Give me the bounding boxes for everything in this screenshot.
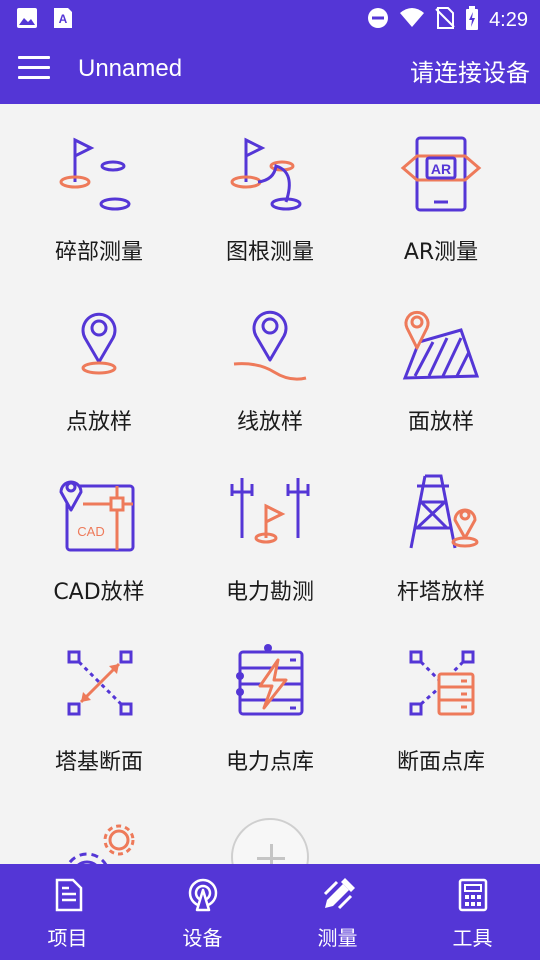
nav-label: 项目 [47,926,88,950]
grid-item-label: 线放样 [236,410,303,435]
grid-item-section-database[interactable]: 断面点库 [356,614,526,784]
grid-item-power-survey[interactable]: 电力勘测 [185,444,355,614]
tower-base-section-icon [67,650,133,716]
grid-item-label: CAD放样 [53,580,145,605]
app-bar: Unnamed 请连接设备 [0,36,540,104]
tower-pin-icon [409,474,479,549]
grid-item-label: 电力点库 [225,750,314,775]
hamburger-menu-icon[interactable] [18,56,50,84]
connect-device-button[interactable]: 请连接设备 [410,53,530,88]
image-icon [16,7,38,33]
grid-item-label: 断面点库 [396,750,485,775]
nav-item-survey[interactable]: 测量 [270,864,405,960]
grid-item-power-database[interactable]: 电力点库 [185,614,355,784]
text-a-icon: A [52,7,74,33]
nav-label: 设备 [182,926,223,950]
grid-item-label: 图根测量 [225,240,314,265]
svg-text:A: A [59,12,68,26]
nav-item-project[interactable]: 项目 [0,864,135,960]
grid-item-tower-stakeout[interactable]: 杆塔放样 [356,444,526,614]
grid-item-detail-survey[interactable]: 碎部测量 [14,104,184,274]
grid-item-control-survey[interactable]: 图根测量 [185,104,355,274]
survey-pen-icon [323,878,355,910]
do-not-disturb-icon [367,7,389,33]
grid-item-point-stakeout[interactable]: 点放样 [14,274,184,444]
bottom-navigation: 项目 设备 测量 工具 [0,864,540,960]
svg-text:AR: AR [431,161,451,177]
battery-charging-icon [465,6,479,34]
power-database-icon [236,644,304,716]
grid-item-label: 塔基断面 [54,750,143,775]
grid-item-tower-base-section[interactable]: 塔基断面 [14,614,184,784]
power-pole-flag-icon [230,478,310,544]
nav-item-device[interactable]: 设备 [135,864,270,960]
cad-map-icon: CAD [59,480,135,552]
settings-gears-icon [66,824,135,864]
wifi-icon [399,7,425,33]
grid-item-settings[interactable] [14,784,184,864]
grid-item-label: AR测量 [403,240,479,265]
antenna-icon [188,878,217,912]
grid-item-label: 碎部测量 [54,240,143,265]
document-icon [55,878,82,912]
status-time: 4:29 [489,8,528,31]
nav-label: 测量 [317,926,358,950]
area-pin-icon [402,310,480,380]
nav-item-tools[interactable]: 工具 [405,864,540,960]
grid-item-ar-survey[interactable]: AR AR测量 [356,104,526,274]
svg-text:CAD: CAD [77,524,104,539]
nav-label: 工具 [452,926,493,950]
status-bar: A 4:29 [0,0,540,36]
grid-item-area-stakeout[interactable]: 面放样 [356,274,526,444]
app-title: Unnamed [78,55,183,82]
pin-line-icon [233,310,307,381]
flag-route-icon [230,137,302,211]
grid-item-cad-stakeout[interactable]: CAD CAD放样 [14,444,184,614]
section-database-icon [409,650,475,716]
no-sim-icon [435,7,455,33]
grid-item-label: 电力勘测 [225,580,314,605]
grid-item-label: 面放样 [407,410,474,435]
ar-phone-icon: AR [400,136,482,212]
map-pin-icon [81,312,117,375]
calculator-icon [458,878,487,912]
grid-item-label: 点放样 [65,410,132,435]
grid-item-line-stakeout[interactable]: 线放样 [185,274,355,444]
flag-points-icon [59,137,131,211]
grid-item-label: 杆塔放样 [396,580,485,605]
